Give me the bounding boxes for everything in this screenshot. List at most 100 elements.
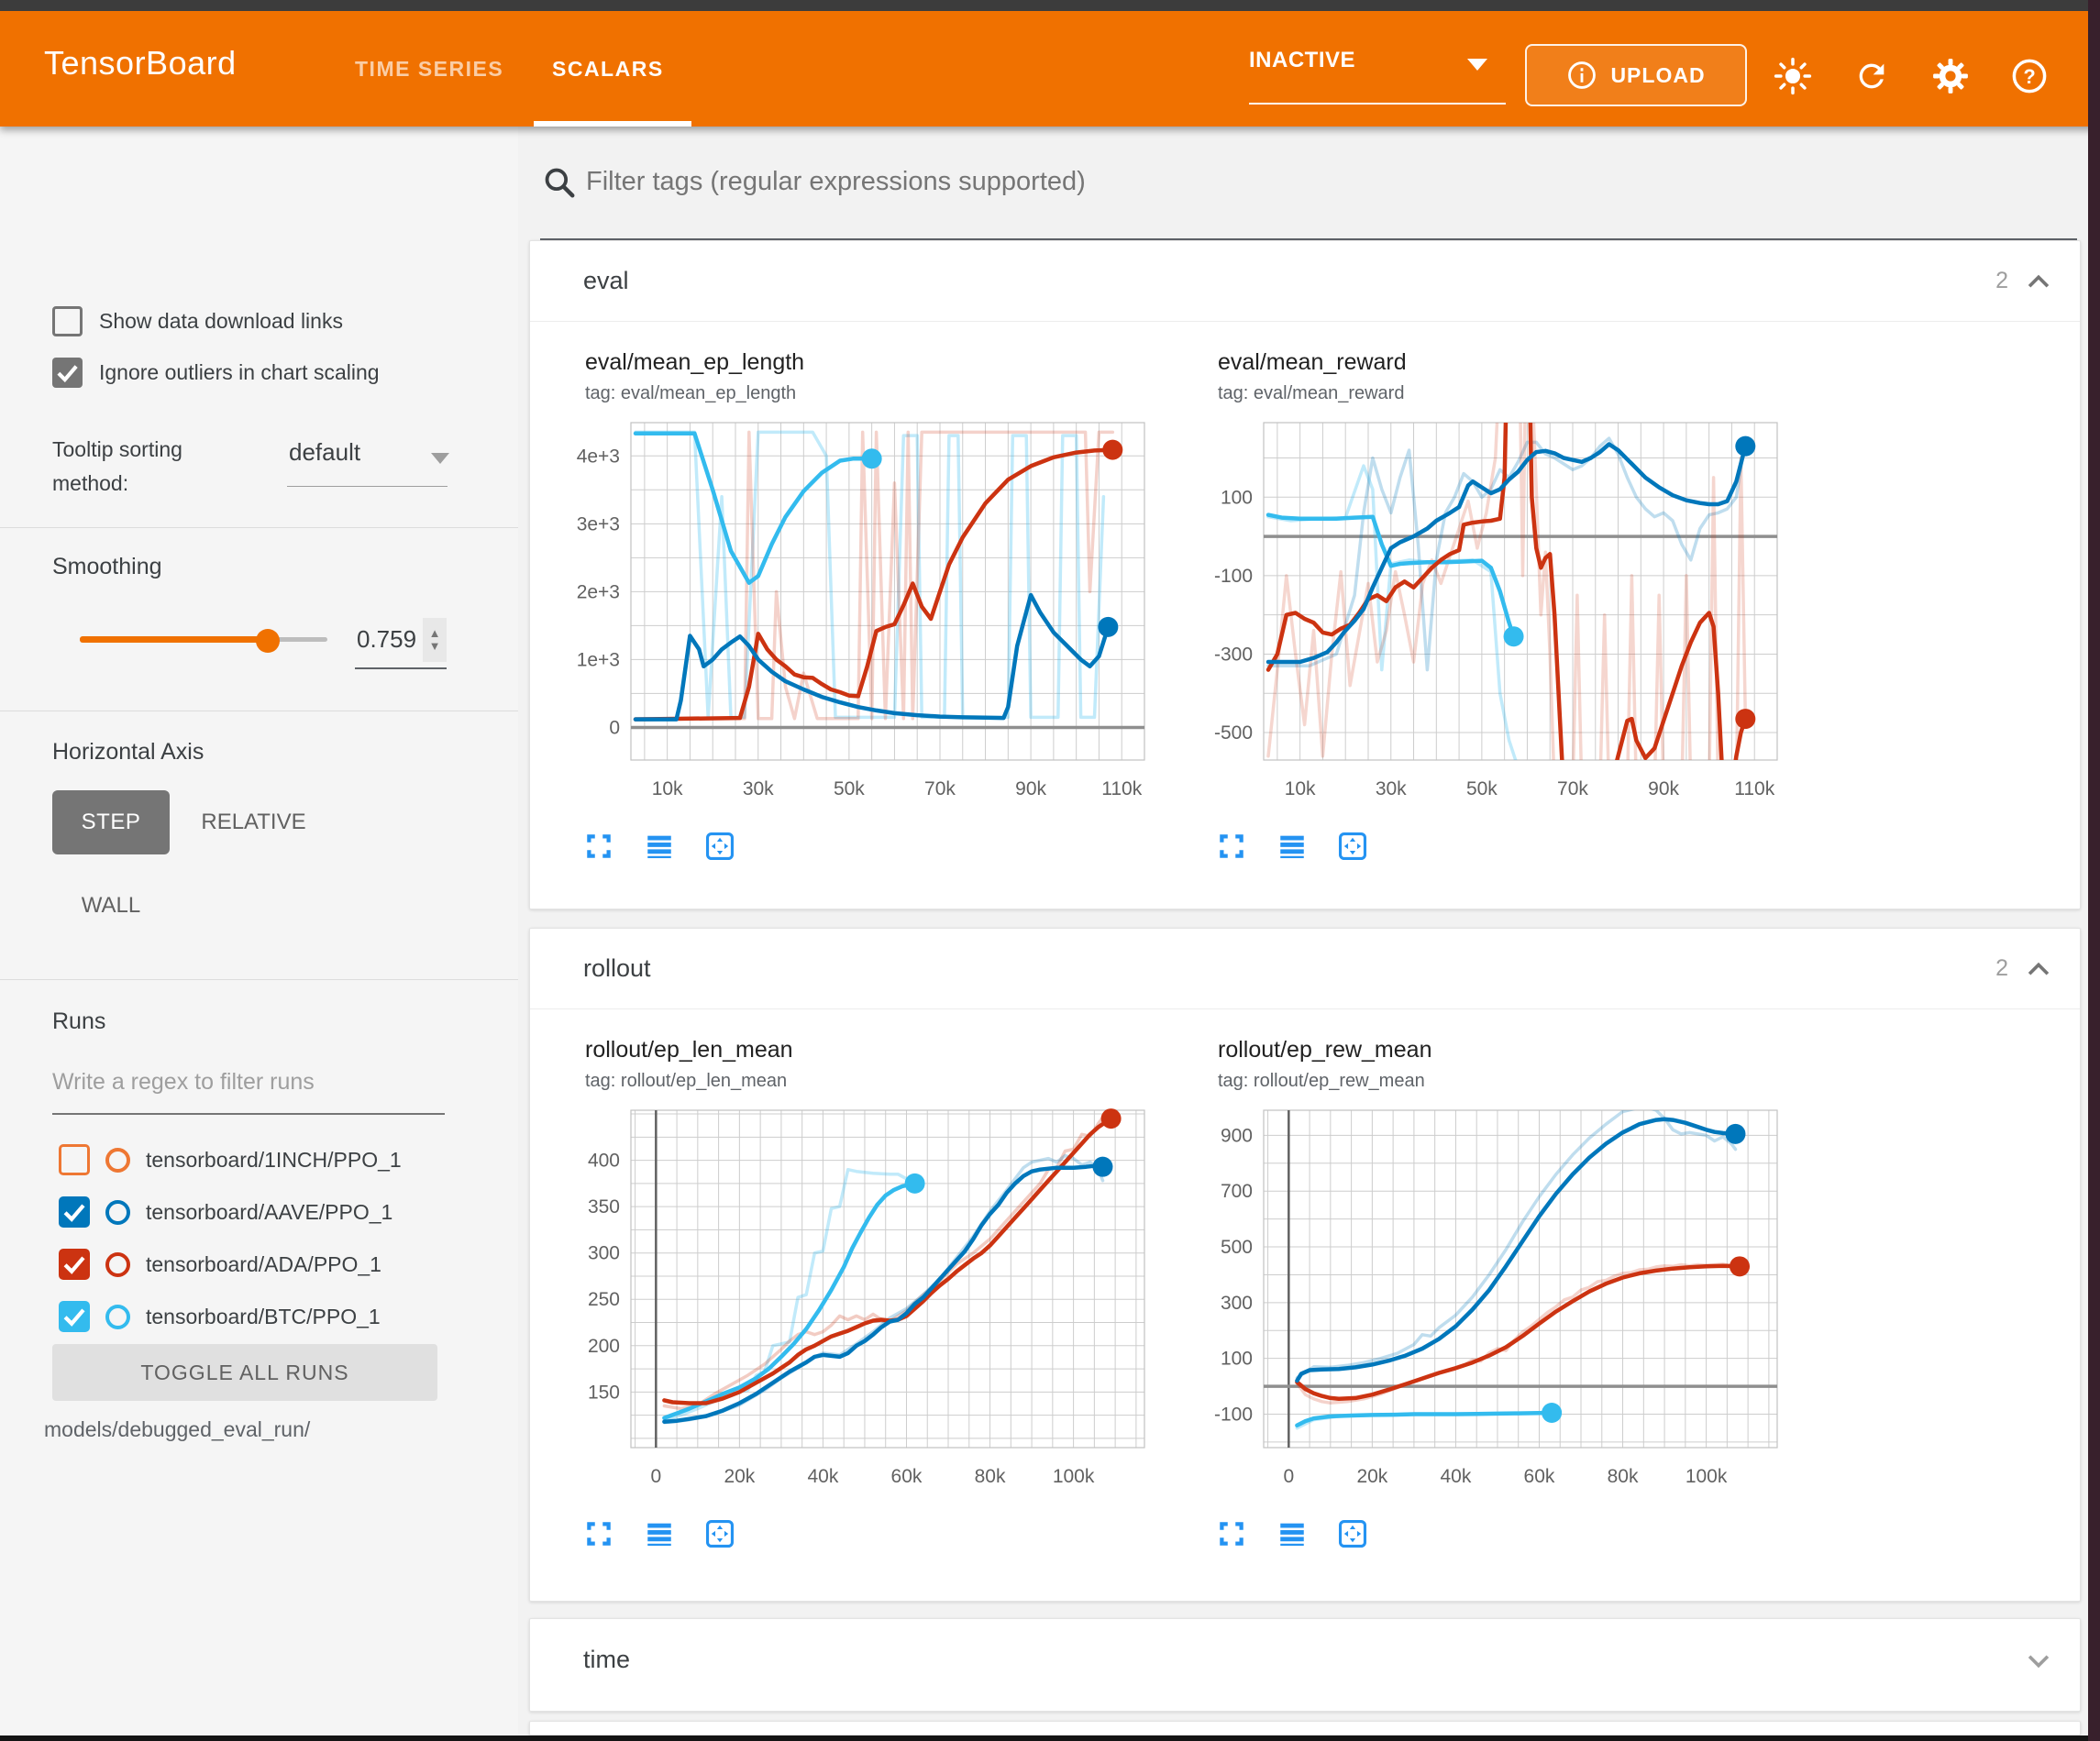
fullscreen-icon[interactable] bbox=[583, 831, 616, 864]
run-color-ring bbox=[105, 1305, 130, 1329]
upload-button[interactable]: UPLOAD bbox=[1525, 44, 1747, 106]
svg-text:?: ? bbox=[2023, 65, 2035, 88]
fit-domain-icon[interactable] bbox=[1337, 1518, 1370, 1551]
chart-block: eval/mean_reward tag: eval/mean_reward 1… bbox=[1203, 349, 1827, 864]
svg-text:700: 700 bbox=[1221, 1181, 1253, 1202]
show-download-links-row[interactable]: Show data download links bbox=[52, 306, 343, 336]
run-checkbox-checked[interactable] bbox=[59, 1249, 90, 1280]
chevron-down-icon bbox=[431, 453, 449, 464]
section-header-rollout[interactable]: rollout 2 bbox=[530, 929, 2080, 1009]
chart-title: rollout/ep_rew_mean bbox=[1218, 1037, 1827, 1063]
help-icon[interactable]: ? bbox=[2008, 55, 2050, 97]
runs-filter-placeholder: Write a regex to filter runs bbox=[52, 1069, 315, 1095]
fullscreen-icon[interactable] bbox=[1216, 831, 1249, 864]
data-table-icon[interactable] bbox=[1277, 831, 1310, 864]
axis-relative-button[interactable]: RELATIVE bbox=[196, 790, 311, 854]
section-title: eval bbox=[583, 267, 629, 295]
check-icon bbox=[59, 1301, 90, 1332]
section-count: 2 bbox=[1995, 955, 2008, 982]
svg-text:100k: 100k bbox=[1053, 1466, 1095, 1487]
svg-text:90k: 90k bbox=[1015, 778, 1046, 799]
chart-block: eval/mean_ep_length tag: eval/mean_ep_le… bbox=[570, 349, 1194, 864]
run-checkbox-checked[interactable] bbox=[59, 1196, 90, 1228]
fit-domain-icon[interactable] bbox=[704, 1518, 737, 1551]
tooltip-sorting-select[interactable]: default bbox=[289, 438, 449, 486]
section-header-time[interactable]: time bbox=[530, 1619, 2080, 1700]
section-title: time bbox=[583, 1646, 630, 1674]
section-header-eval[interactable]: eval 2 bbox=[530, 241, 2080, 322]
axis-wall-button[interactable]: WALL bbox=[52, 876, 170, 935]
gear-icon[interactable] bbox=[1929, 55, 1972, 97]
status-dropdown[interactable]: INACTIVE bbox=[1249, 48, 1506, 105]
upload-button-label: UPLOAD bbox=[1610, 63, 1705, 88]
refresh-icon[interactable] bbox=[1851, 55, 1893, 97]
data-table-icon[interactable] bbox=[644, 1518, 677, 1551]
chevron-up-icon[interactable] bbox=[2023, 954, 2054, 986]
section-card-rollout: rollout 2 rollout/ep_len_mean tag: rollo… bbox=[529, 928, 2081, 1602]
smoothing-value: 0.759 bbox=[357, 625, 416, 654]
svg-text:0: 0 bbox=[650, 1466, 661, 1487]
number-spinner[interactable]: ▲▼ bbox=[423, 618, 447, 662]
svg-text:500: 500 bbox=[1221, 1237, 1253, 1258]
run-row[interactable]: tensorboard/1INCH/PPO_1 bbox=[59, 1139, 490, 1181]
data-table-icon[interactable] bbox=[1277, 1518, 1310, 1551]
svg-text:100: 100 bbox=[1221, 1349, 1253, 1370]
smoothing-slider[interactable] bbox=[80, 629, 327, 651]
tab-scalars[interactable]: SCALARS bbox=[552, 11, 664, 127]
svg-text:10k: 10k bbox=[1285, 778, 1316, 799]
run-label: tensorboard/ADA/PPO_1 bbox=[146, 1252, 381, 1277]
chart-canvas[interactable]: 01e+32e+33e+34e+310k30k50k70k90k110k bbox=[570, 413, 1176, 824]
chart-canvas[interactable]: -100100300500700900020k40k60k80k100k bbox=[1203, 1101, 1808, 1512]
chart-title: eval/mean_ep_length bbox=[585, 349, 1194, 376]
slider-thumb[interactable] bbox=[256, 629, 280, 653]
fit-domain-icon[interactable] bbox=[1337, 831, 1370, 864]
svg-text:80k: 80k bbox=[975, 1466, 1006, 1487]
run-label: tensorboard/BTC/PPO_1 bbox=[146, 1305, 381, 1329]
svg-text:10k: 10k bbox=[652, 778, 683, 799]
runs-group-label: models/debugged_eval_run/ bbox=[44, 1417, 310, 1442]
run-row[interactable]: tensorboard/AAVE/PPO_1 bbox=[59, 1191, 490, 1233]
runs-filter-input[interactable]: Write a regex to filter runs bbox=[52, 1069, 445, 1115]
fullscreen-icon[interactable] bbox=[1216, 1518, 1249, 1551]
tag-filter-input[interactable]: Filter tags (regular expressions support… bbox=[540, 152, 2079, 216]
run-checkbox-checked[interactable] bbox=[59, 1301, 90, 1332]
svg-text:900: 900 bbox=[1221, 1125, 1253, 1146]
data-table-icon[interactable] bbox=[644, 831, 677, 864]
run-row[interactable]: tensorboard/BTC/PPO_1 bbox=[59, 1295, 490, 1338]
chart-canvas[interactable]: 150200250300350400020k40k60k80k100k bbox=[570, 1101, 1176, 1512]
svg-text:50k: 50k bbox=[834, 778, 865, 799]
axis-step-button[interactable]: STEP bbox=[52, 790, 170, 854]
fit-domain-icon[interactable] bbox=[704, 831, 737, 864]
section-title: rollout bbox=[583, 954, 651, 983]
chevron-up-icon[interactable] bbox=[2023, 267, 2054, 298]
window-bottom-bar bbox=[0, 1735, 2100, 1741]
checkbox-unchecked[interactable] bbox=[52, 306, 83, 336]
brightness-icon[interactable] bbox=[1772, 55, 1814, 97]
settings-sidebar: Show data download links Ignore outliers… bbox=[0, 127, 518, 1735]
run-row[interactable]: tensorboard/ADA/PPO_1 bbox=[59, 1243, 490, 1285]
tooltip-sorting-label: Tooltip sorting method: bbox=[52, 433, 263, 501]
dropdown-underline bbox=[1249, 103, 1506, 105]
ignore-outliers-row[interactable]: Ignore outliers in chart scaling bbox=[52, 358, 380, 388]
smoothing-value-field[interactable]: 0.759 ▲▼ bbox=[355, 616, 447, 666]
run-color-ring bbox=[105, 1200, 130, 1225]
toggle-all-runs-button[interactable]: TOGGLE ALL RUNS bbox=[52, 1344, 437, 1401]
chart-block: rollout/ep_len_mean tag: rollout/ep_len_… bbox=[570, 1037, 1194, 1551]
chevron-down-icon[interactable] bbox=[2023, 1645, 2054, 1676]
checkbox-label: Show data download links bbox=[99, 309, 343, 334]
slider-fill bbox=[80, 636, 268, 643]
svg-text:70k: 70k bbox=[1557, 778, 1588, 799]
svg-text:100k: 100k bbox=[1686, 1466, 1728, 1487]
checkbox-checked[interactable] bbox=[52, 358, 83, 388]
fullscreen-icon[interactable] bbox=[583, 1518, 616, 1551]
run-checkbox-unchecked[interactable] bbox=[59, 1144, 90, 1175]
svg-text:300: 300 bbox=[588, 1243, 620, 1264]
chart-canvas[interactable]: 100-100-300-50010k30k50k70k90k110k bbox=[1203, 413, 1808, 824]
svg-text:40k: 40k bbox=[808, 1466, 839, 1487]
smoothing-label: Smoothing bbox=[52, 554, 162, 580]
chart-tag: tag: rollout/ep_rew_mean bbox=[1218, 1071, 1827, 1092]
tab-time-series[interactable]: TIME SERIES bbox=[355, 11, 503, 127]
field-underline bbox=[355, 667, 447, 669]
section-card-time: time bbox=[529, 1618, 2081, 1712]
svg-text:30k: 30k bbox=[743, 778, 774, 799]
